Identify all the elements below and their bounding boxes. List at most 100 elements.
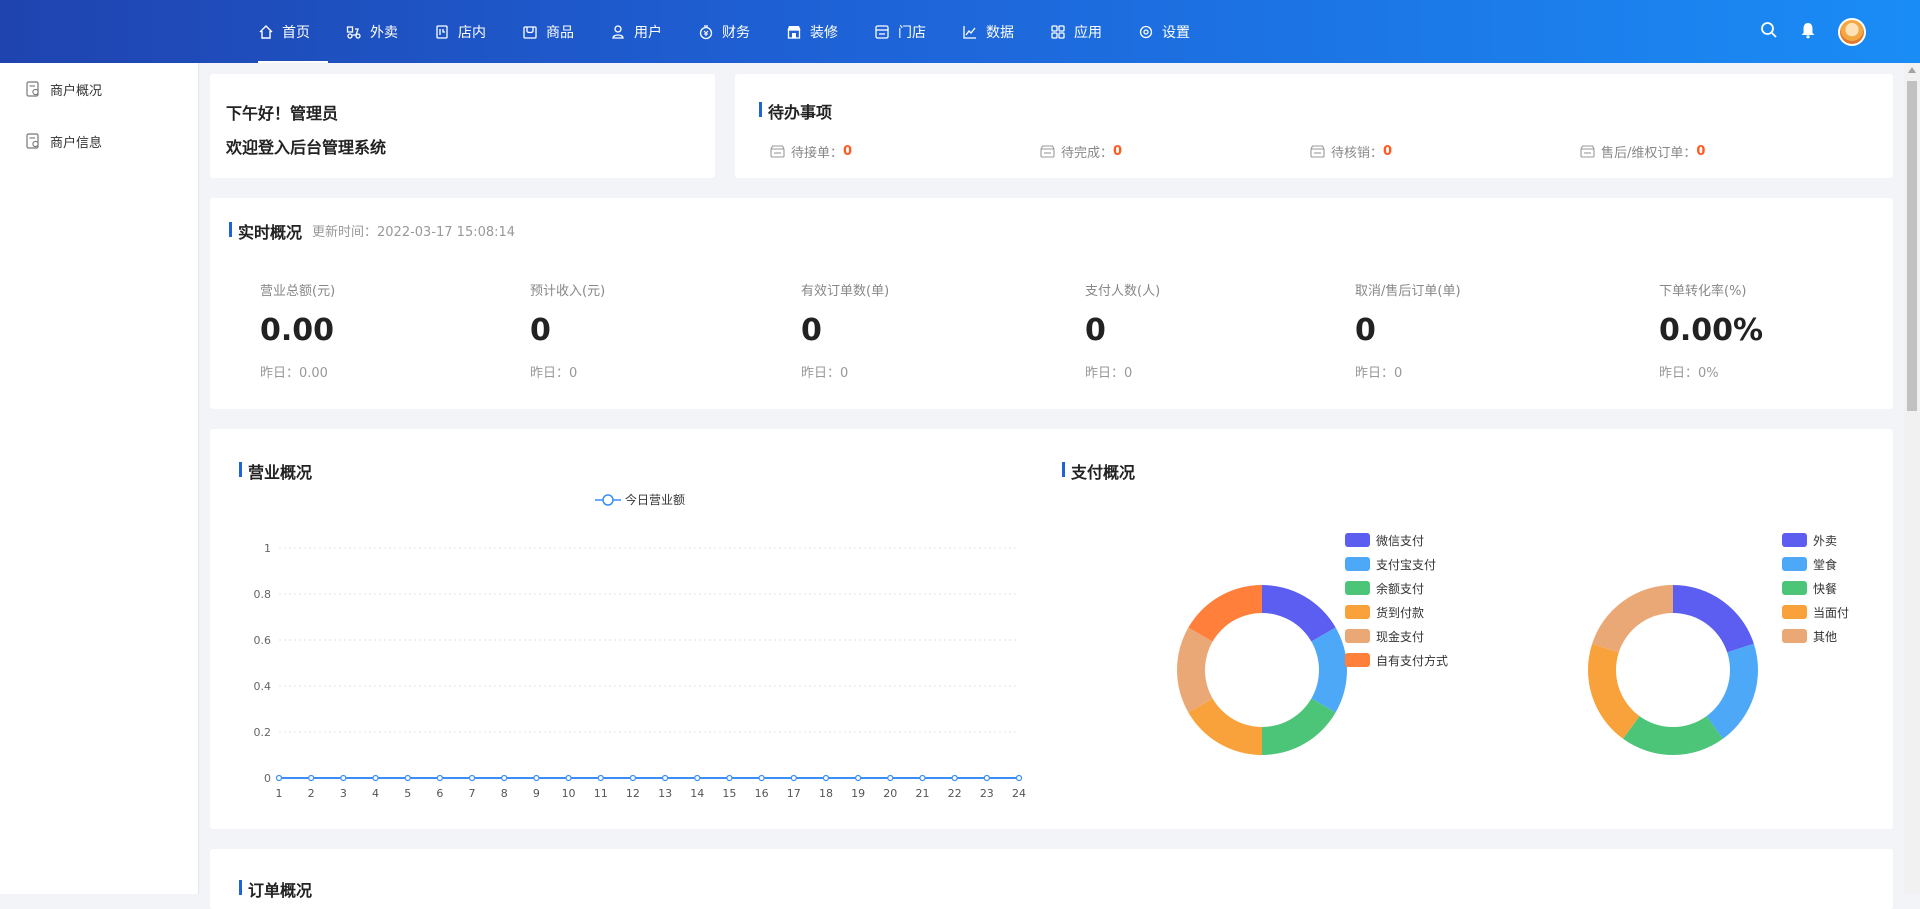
todo-item-pending-complete[interactable]: 待完成： 0 [1040,142,1310,161]
legend-label: 货到付款 [1376,605,1425,620]
orders-overview-card: 订单概况 [210,849,1893,909]
todo-label: 待完成： [1061,146,1114,161]
store-icon [1580,145,1595,158]
legend-item[interactable]: 其他 [1782,624,1849,648]
donut-slice [1188,585,1262,642]
todo-count: 0 [1113,144,1123,159]
legend-item[interactable]: 堂食 [1782,552,1849,576]
avatar[interactable] [1838,17,1866,46]
nav-item-3[interactable]: 商品 [504,0,592,63]
x-tick-label: 1 [276,787,283,800]
shop-decor-icon [787,25,801,39]
nav-item-label: 装修 [810,24,838,41]
sidebar-item-label: 商户信息 [50,135,103,151]
nav-item-8[interactable]: 数据 [944,0,1032,63]
nav-item-4[interactable]: 用户 [592,0,680,63]
metric-label: 预计收入(元) [530,284,606,299]
legend-line-marker [595,493,621,506]
data-point [1015,774,1023,782]
donut-slice [1592,585,1673,653]
legend-item[interactable]: 当面付 [1782,600,1849,624]
x-tick-label: 16 [755,787,769,800]
todo-item-pending-accept[interactable]: 待接单： 0 [770,142,1040,161]
metric-yesterday: 昨日：0 [1355,366,1403,381]
nav-item-label: 数据 [986,24,1014,41]
x-tick-label: 13 [658,787,672,800]
data-point [758,774,765,782]
nav-item-2[interactable]: 店内 [416,0,504,63]
data-point [887,774,894,782]
nav-item-7[interactable]: 门店 [856,0,944,63]
metric-label: 下单转化率(%) [1659,284,1747,299]
scrollbar-thumb[interactable] [1907,81,1917,411]
y-tick-label: 0.6 [254,634,272,647]
metric-valid-orders: 有效订单数(单) 0 昨日：0 [801,280,889,381]
search-icon[interactable] [1760,21,1778,43]
legend-item[interactable]: 快餐 [1782,576,1849,600]
todo-item-pending-verify[interactable]: 待核销： 0 [1310,142,1580,161]
metric-label: 支付人数(人) [1085,284,1161,299]
legend-swatch [1782,605,1807,619]
legend-label: 现金支付 [1376,629,1425,644]
todo-item-after-sales[interactable]: 售后/维权订单： 0 [1580,142,1850,161]
legend-item[interactable]: 支付宝支付 [1345,552,1448,576]
donut-slice [1262,698,1336,755]
legend-item[interactable]: 自有支付方式 [1345,648,1448,672]
metric-yesterday: 昨日：0 [1085,366,1133,381]
data-point [468,774,476,782]
legend-item[interactable]: 微信支付 [1345,528,1448,552]
document-icon [26,81,39,97]
sidebar-item-merchant-overview[interactable]: 商户概况 [0,63,198,115]
nav-item-10[interactable]: 设置 [1120,0,1208,63]
legend-label: 支付宝支付 [1376,557,1437,572]
todo-count: 0 [1383,144,1393,159]
store-icon [1310,145,1325,158]
bell-icon[interactable] [1800,21,1816,43]
apps-icon [1051,24,1065,39]
x-tick-label: 20 [883,787,897,800]
todo-list: 待接单： 0 待完成： 0 待核销： 0 售后/维权订单： 0 [770,142,1850,161]
nav-item-9[interactable]: 应用 [1032,0,1120,63]
x-tick-label: 3 [340,787,347,800]
order-type-legend: 外卖 堂食快餐当面付 其他 [1782,528,1849,648]
nav-item-1[interactable]: 外卖 [328,0,416,63]
nav-item-6[interactable]: 装修 [768,0,856,63]
legend-swatch [1345,605,1370,619]
legend-item[interactable]: 余额支付 [1345,576,1448,600]
x-tick-label: 14 [690,787,704,800]
legend-swatch [1345,653,1370,667]
todo-title: 待办事项 [759,99,832,123]
legend-item[interactable]: 现金支付 [1345,624,1448,648]
legend-item[interactable]: 货到付款 [1345,600,1448,624]
user-icon [612,24,624,39]
donut-slice [1188,698,1262,755]
donut-slice [1311,627,1347,713]
metric-paying-users: 支付人数(人) 0 昨日：0 [1085,280,1160,381]
line-chart-legend[interactable]: 今日营业额 [595,491,685,508]
business-line-chart: 00.20.40.60.811 2 3 4 5 6 7 8 9 10 11 12 13 14 15 16 17 1… [254,542,1027,800]
nav-item-0[interactable]: 首页 [240,0,328,63]
legend-item[interactable]: 外卖 [1782,528,1849,552]
page-scrollbar[interactable] [1904,63,1920,894]
todo-label: 待接单： [791,146,844,161]
sidebar-item-merchant-info[interactable]: 商户信息 [0,115,198,167]
x-tick-label: 5 [404,787,411,800]
metric-value: 0 [1355,313,1376,348]
y-tick-label: 0.4 [254,680,272,693]
x-tick-label: 22 [948,787,962,800]
todo-count: 0 [843,144,853,159]
main-nav: 首页 外卖 店内 商品 用户 财务 装修 门店 数据 应用 设置 [240,0,1208,63]
y-tick-label: 0 [264,772,271,785]
x-tick-label: 18 [819,787,833,800]
nav-item-label: 设置 [1162,24,1190,41]
metric-yesterday: 昨日：0 [530,366,578,381]
y-tick-label: 1 [264,542,271,555]
x-tick-label: 7 [469,787,476,800]
legend-label: 快餐 [1813,581,1838,596]
greeting-card: 下午好！管理员 欢迎登入后台管理系统 [210,74,715,178]
scroll-up-arrow-icon[interactable] [1904,63,1920,77]
legend-swatch [1782,533,1807,547]
data-point [565,774,572,782]
todo-label: 售后/维权订单： [1601,146,1697,161]
nav-item-5[interactable]: 财务 [680,0,768,63]
